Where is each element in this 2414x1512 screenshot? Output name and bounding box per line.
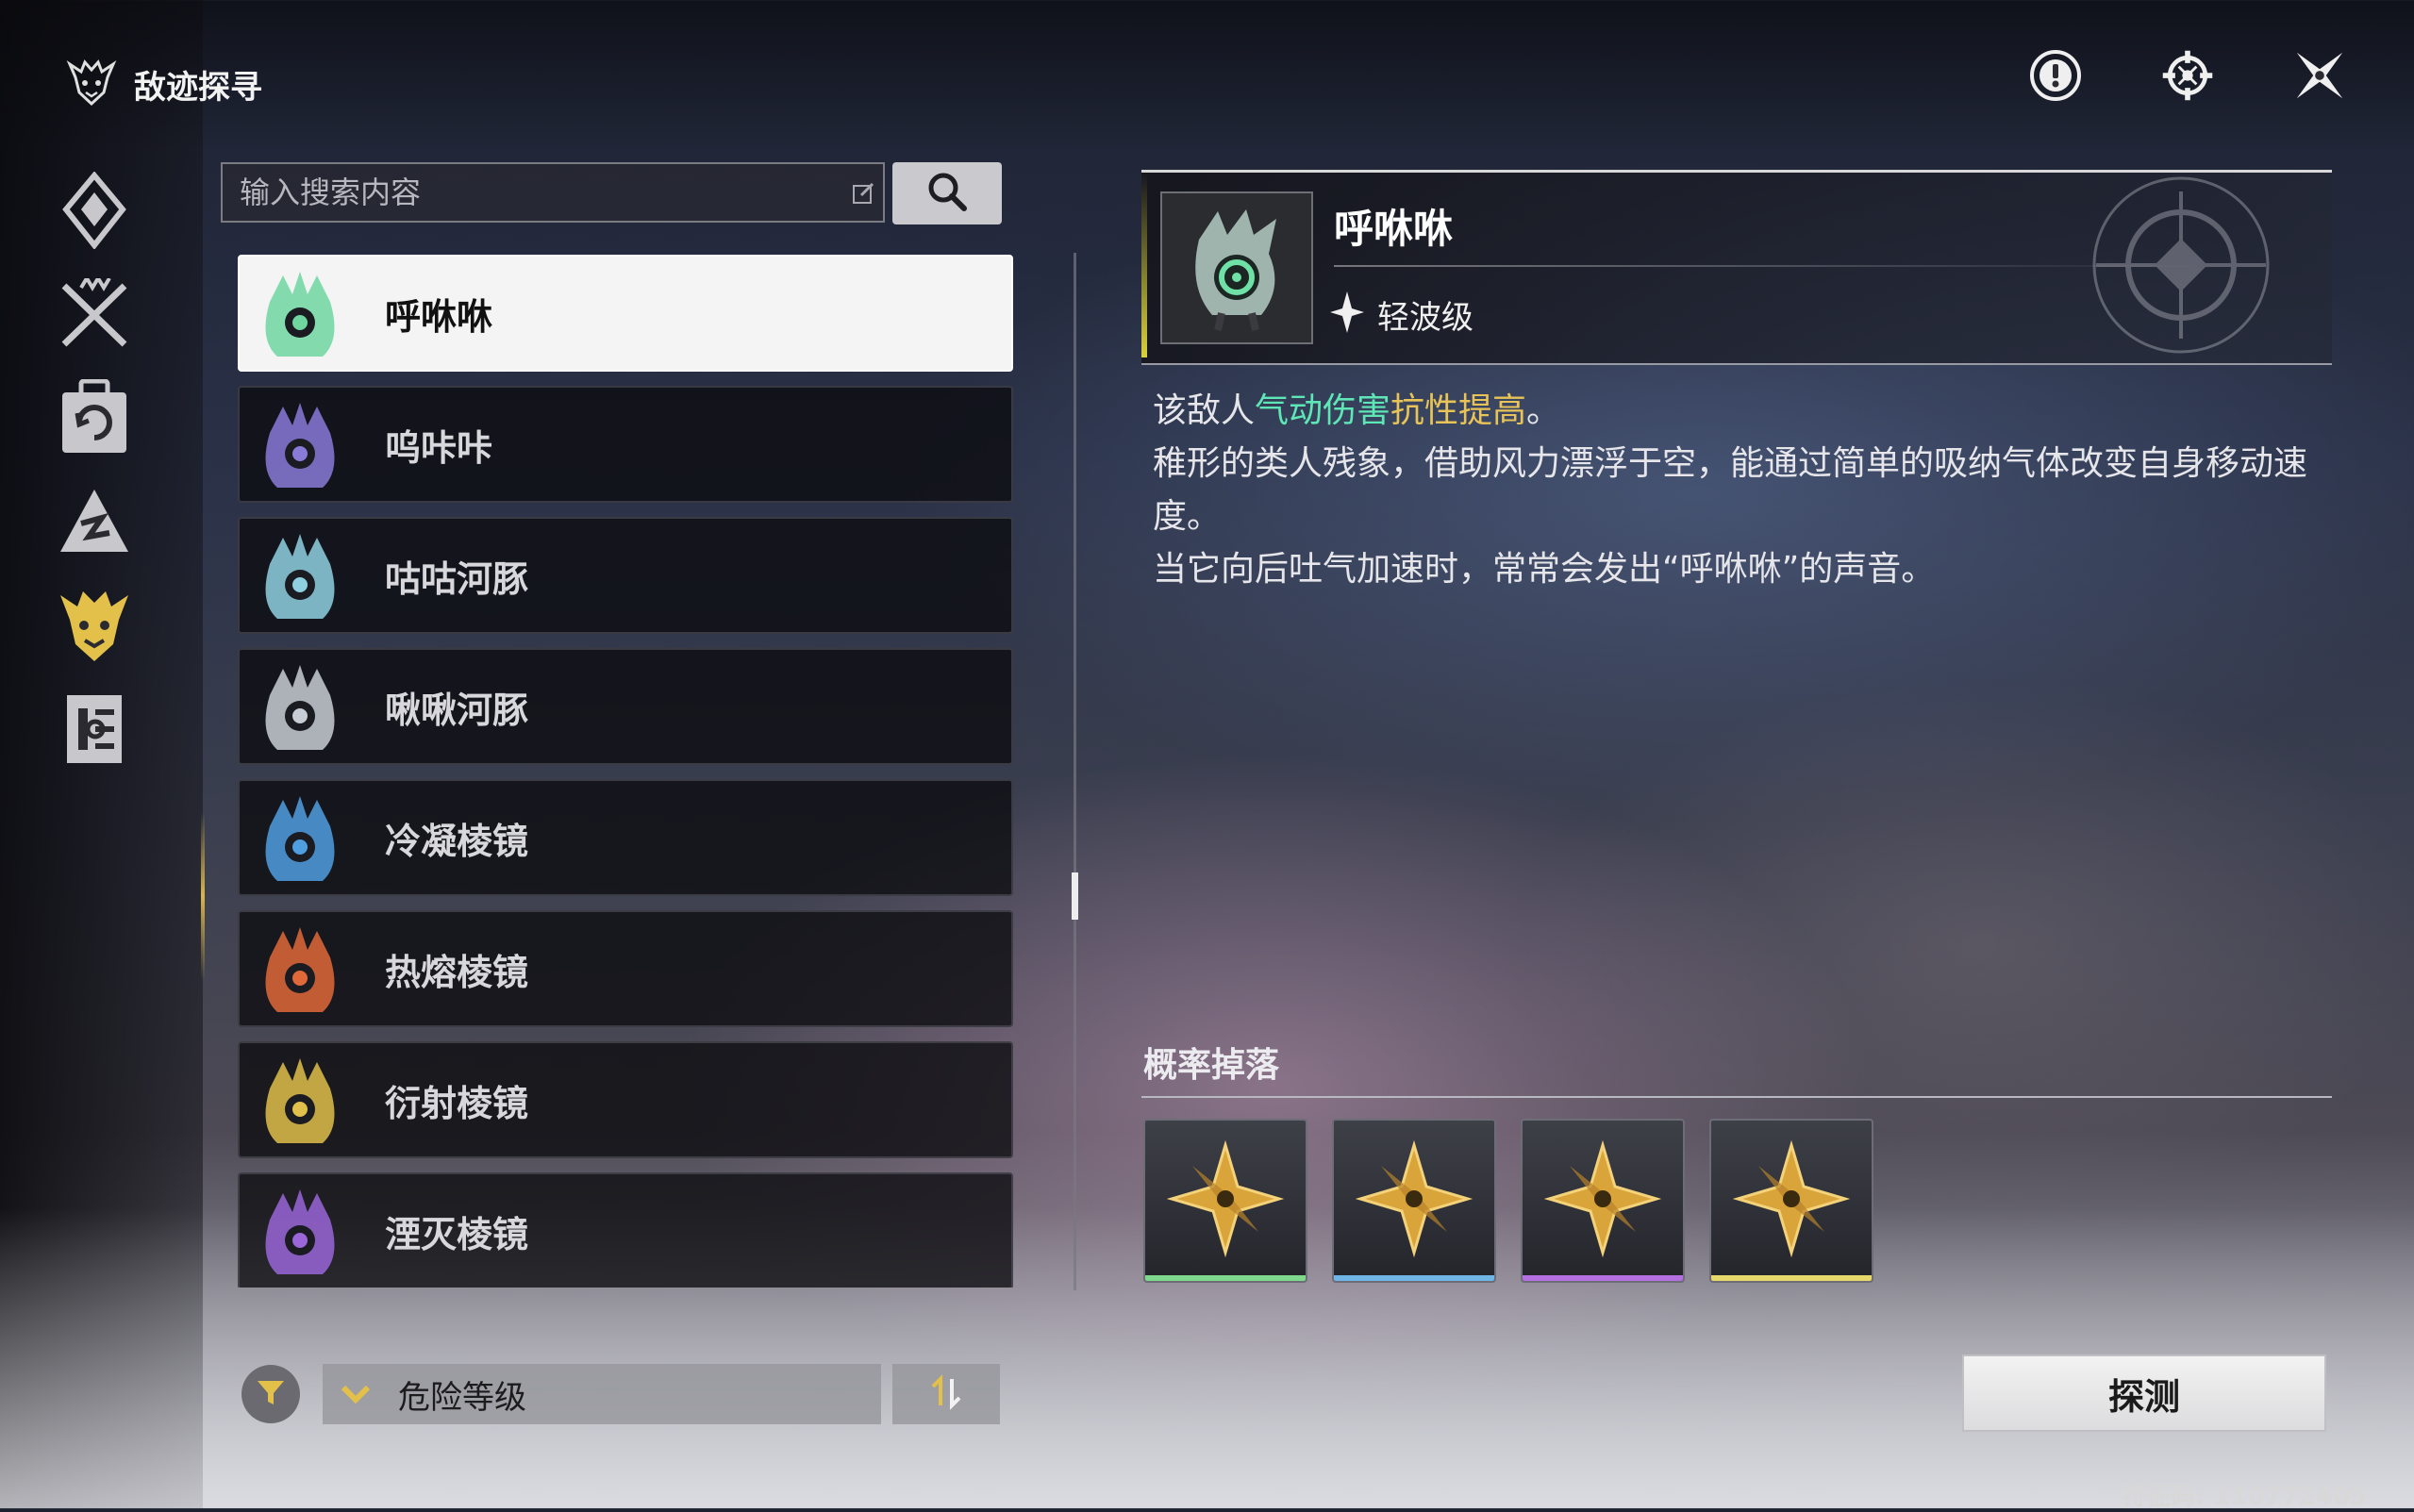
info-icon[interactable]	[2027, 47, 2084, 104]
rarity-bar	[1334, 1275, 1494, 1281]
funnel-icon	[255, 1376, 287, 1412]
description-paragraph: 稚形的类人残象，借助风力漂浮于空，能通过简单的吸纳气体改变自身移动速度。	[1153, 444, 2308, 536]
shuriken-material-icon	[1353, 1138, 1475, 1264]
enemy-name-label: 呼咻咻	[385, 295, 493, 338]
nav-item-tasks[interactable]	[52, 377, 137, 462]
enemy-name-label: 咕咕河豚	[385, 557, 529, 600]
enemy-level: 轻波级	[1328, 290, 1473, 339]
nav-item-codex[interactable]	[52, 689, 137, 773]
enemy-list-item[interactable]: 呼咻咻	[238, 255, 1013, 372]
guide-icon	[60, 171, 128, 253]
description-paragraph-2: 当它向后吐气加速时，常常会发出“呼咻咻”的声音。	[1153, 550, 1936, 589]
enemy-list-item[interactable]: 湮灭棱镜	[238, 1172, 1013, 1288]
enemy-description: 该敌人气动伤害抗性提高。 稚形的类人残象，借助风力漂浮于空，能通过简单的吸纳气体…	[1153, 385, 2341, 596]
rarity-bar	[1145, 1275, 1306, 1281]
enemy-thumbnail-icon	[247, 785, 353, 890]
nav-item-guide[interactable]	[52, 170, 137, 255]
nav-active-indicator	[201, 811, 205, 981]
enemy-mask-logo-icon	[66, 57, 117, 111]
feature-code: 特征码: 110772405	[2121, 1483, 2367, 1511]
search-icon	[926, 171, 968, 216]
enemy-thumbnail-icon	[247, 260, 353, 366]
crossed-swords-icon	[57, 274, 132, 354]
edit-icon	[845, 174, 883, 211]
shuriken-material-icon	[1730, 1138, 1853, 1264]
enemy-list-item[interactable]: 呜咔咔	[238, 386, 1013, 503]
enemy-list-item[interactable]: 冷凝棱镜	[238, 779, 1013, 896]
enemy-thumbnail-icon	[247, 1047, 353, 1153]
nav-item-terrain[interactable]	[52, 481, 137, 566]
rarity-bar	[1711, 1275, 1872, 1281]
enemy-detail-header: 呼咻咻 轻波级	[1141, 170, 2332, 365]
enemy-name-label: 湮灭棱镜	[385, 1213, 529, 1255]
enemy-name: 呼咻咻	[1334, 206, 1454, 252]
sort-order-icon	[927, 1373, 965, 1415]
enemy-name-label: 啾啾河豚	[385, 689, 529, 731]
drops-divider	[1141, 1096, 2332, 1098]
enemy-thumbnail-icon	[247, 654, 353, 759]
resistance-prefix: 该敌人	[1153, 391, 1256, 430]
drop-item[interactable]	[1709, 1119, 1873, 1283]
terrain-icon	[57, 486, 132, 561]
enemy-name-label: 热熔棱镜	[385, 951, 529, 993]
sort-select[interactable]: 危险等级	[323, 1364, 881, 1424]
list-scrollbar[interactable]	[1072, 872, 1078, 920]
sort-order-button[interactable]	[892, 1364, 1000, 1424]
enemy-list-item[interactable]: 衍射棱镜	[238, 1041, 1013, 1158]
enemy-list-item[interactable]: 咕咕河豚	[238, 517, 1013, 634]
enemy-list-item[interactable]: 啾啾河豚	[238, 648, 1013, 765]
detect-button[interactable]: 探测	[1962, 1354, 2326, 1432]
enemy-list-item[interactable]: 热熔棱镜	[238, 910, 1013, 1027]
gear-icon[interactable]	[2159, 47, 2216, 104]
crest-emblem-icon	[2039, 173, 2322, 361]
rarity-bar	[1523, 1275, 1683, 1281]
drop-item[interactable]	[1143, 1119, 1307, 1283]
chevron-down-icon	[323, 1384, 389, 1404]
enemy-name-label: 衍射棱镜	[385, 1082, 529, 1124]
enemy-thumbnail-icon	[247, 391, 353, 497]
shuriken-material-icon	[1541, 1138, 1664, 1264]
sparkle-icon	[1328, 290, 1366, 339]
rarity-accent	[1141, 173, 1147, 357]
drop-item[interactable]	[1332, 1119, 1496, 1283]
filter-button[interactable]	[241, 1365, 300, 1423]
close-icon[interactable]	[2291, 47, 2348, 104]
task-icon	[58, 378, 130, 460]
search-button[interactable]	[892, 162, 1002, 224]
resistance-suffix: 。	[1526, 391, 1561, 430]
app-title: 敌迹探寻	[134, 68, 262, 107]
enemy-mask-icon	[57, 586, 132, 669]
detect-label: 探测	[2107, 1375, 2180, 1418]
list-divider	[1074, 253, 1076, 1290]
enemy-portrait	[1160, 191, 1313, 344]
nav-item-enemies[interactable]	[52, 585, 137, 670]
nav-item-battle[interactable]	[52, 274, 137, 358]
enemy-list: 呼咻咻呜咔咔咕咕河豚啾啾河豚冷凝棱镜热熔棱镜衍射棱镜湮灭棱镜	[238, 255, 1013, 1288]
enemy-thumbnail-icon	[247, 1178, 353, 1284]
resistance-highlight: 抗性提高	[1390, 391, 1527, 430]
search-box	[221, 162, 885, 223]
top-toolbar	[2027, 47, 2348, 104]
level-label: 轻波级	[1377, 298, 1473, 337]
codex-icon	[61, 691, 127, 771]
enemy-name-label: 冷凝棱镜	[385, 820, 529, 862]
enemy-name-label: 呜咔咔	[385, 426, 493, 469]
resistance-line: 该敌人气动伤害抗性提高。	[1153, 385, 2341, 438]
shuriken-material-icon	[1164, 1138, 1287, 1264]
drops-title: 概率掉落	[1143, 1046, 1280, 1085]
search-input[interactable]	[238, 174, 845, 211]
app-header: 敌迹探寻	[66, 57, 262, 111]
enemy-thumbnail-icon	[247, 523, 353, 628]
sort-label: 危险等级	[398, 1378, 526, 1417]
element-highlight: 气动伤害	[1255, 391, 1391, 430]
drop-item[interactable]	[1521, 1119, 1685, 1283]
enemy-thumbnail-icon	[247, 916, 353, 1022]
